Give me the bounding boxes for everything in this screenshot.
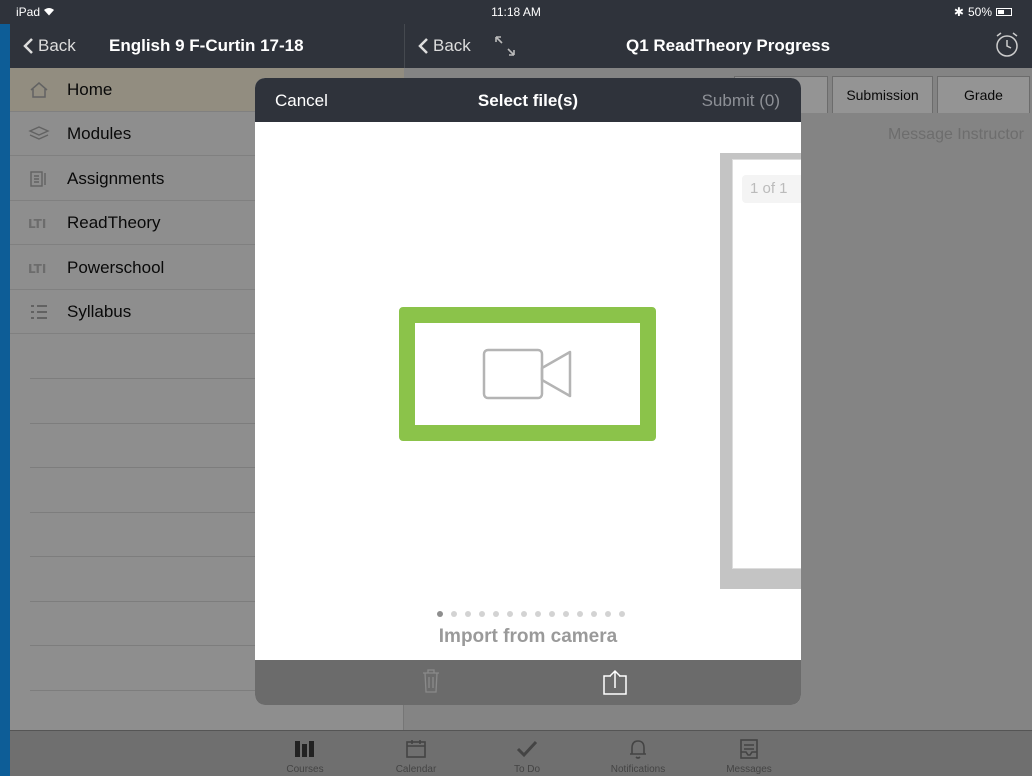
document-page — [732, 159, 801, 569]
page-dot[interactable] — [493, 611, 499, 617]
tab-calendar[interactable]: Calendar — [376, 737, 456, 775]
courses-icon — [265, 737, 345, 761]
assignment-title: Q1 ReadTheory Progress — [626, 36, 831, 55]
chevron-left-icon — [418, 38, 428, 54]
tab-label: Notifications — [610, 764, 666, 775]
import-option-label: Import from camera — [438, 626, 618, 647]
page-dot[interactable] — [451, 611, 457, 617]
alarm-clock-icon — [996, 32, 1018, 57]
page-dot[interactable] — [521, 611, 527, 617]
tab-label: Calendar — [395, 764, 437, 775]
detail-back-button[interactable]: Back — [417, 36, 471, 56]
page-dot[interactable] — [591, 611, 597, 617]
tab-todo[interactable]: To Do — [487, 737, 567, 775]
share-icon — [603, 669, 627, 695]
tab-messages[interactable]: Messages — [709, 737, 789, 775]
expand-button[interactable] — [493, 34, 517, 63]
page-dot[interactable] — [605, 611, 611, 617]
reminder-button[interactable] — [992, 30, 1022, 65]
status-bar: iPad 11:18 AM ✱ 50% — [0, 0, 1032, 24]
bell-icon — [598, 737, 678, 761]
chevron-left-icon — [23, 38, 33, 54]
bluetooth-icon: ✱ — [953, 5, 964, 19]
page-dot[interactable] — [549, 611, 555, 617]
battery-icon — [996, 8, 1012, 16]
upload-button[interactable] — [602, 668, 628, 701]
modal-toolbar — [255, 660, 801, 705]
inbox-icon — [709, 737, 789, 761]
assignment-nav-bar: Back Q1 ReadTheory Progress — [404, 24, 1032, 68]
submit-button[interactable]: Submit (0) — [702, 91, 780, 111]
trash-icon — [423, 669, 439, 693]
course-title: English 9 F-Curtin 17-18 — [109, 36, 304, 55]
modal-header: Cancel Select file(s) Submit (0) — [255, 78, 801, 122]
page-dot[interactable] — [535, 611, 541, 617]
expand-icon — [495, 36, 515, 56]
page-dots[interactable] — [255, 611, 801, 617]
status-time: 11:18 AM — [491, 5, 541, 19]
back-label: Back — [38, 36, 76, 55]
file-source-carousel[interactable]: 1 of 1 Import from camera — [255, 122, 801, 660]
delete-button[interactable] — [422, 669, 440, 698]
page-dot[interactable] — [437, 611, 443, 617]
checkmark-icon — [487, 737, 567, 761]
tab-bar: Courses Calendar To Do Notifications Mes… — [10, 730, 1032, 776]
page-dot[interactable] — [507, 611, 513, 617]
battery-percent: 50% — [967, 5, 992, 19]
ipad-screen: iPad 11:18 AM ✱ 50% Back English 9 F-Cur… — [0, 0, 1032, 776]
file-picker-modal: Cancel Select file(s) Submit (0) 1 of 1 … — [255, 78, 801, 705]
page-dot[interactable] — [465, 611, 471, 617]
back-label: Back — [433, 36, 471, 55]
tab-label: Messages — [726, 764, 772, 775]
import-from-camera-option[interactable] — [399, 307, 656, 441]
page-dot[interactable] — [619, 611, 625, 617]
video-camera-icon — [482, 348, 571, 400]
course-nav-bar: Back English 9 F-Curtin 17-18 — [10, 24, 404, 68]
calendar-icon — [376, 737, 456, 761]
back-button[interactable]: Back — [22, 36, 76, 56]
page-dot[interactable] — [577, 611, 583, 617]
tab-notifications[interactable]: Notifications — [598, 737, 678, 775]
status-right: ✱ 50% — [954, 5, 1012, 19]
page-dot[interactable] — [479, 611, 485, 617]
page-dot[interactable] — [563, 611, 569, 617]
page-indicator: 1 of 1 — [742, 175, 801, 203]
tab-label: Courses — [286, 764, 324, 775]
document-preview[interactable]: 1 of 1 — [720, 153, 801, 589]
tab-label: To Do — [513, 764, 541, 775]
tab-courses[interactable]: Courses — [265, 737, 345, 775]
